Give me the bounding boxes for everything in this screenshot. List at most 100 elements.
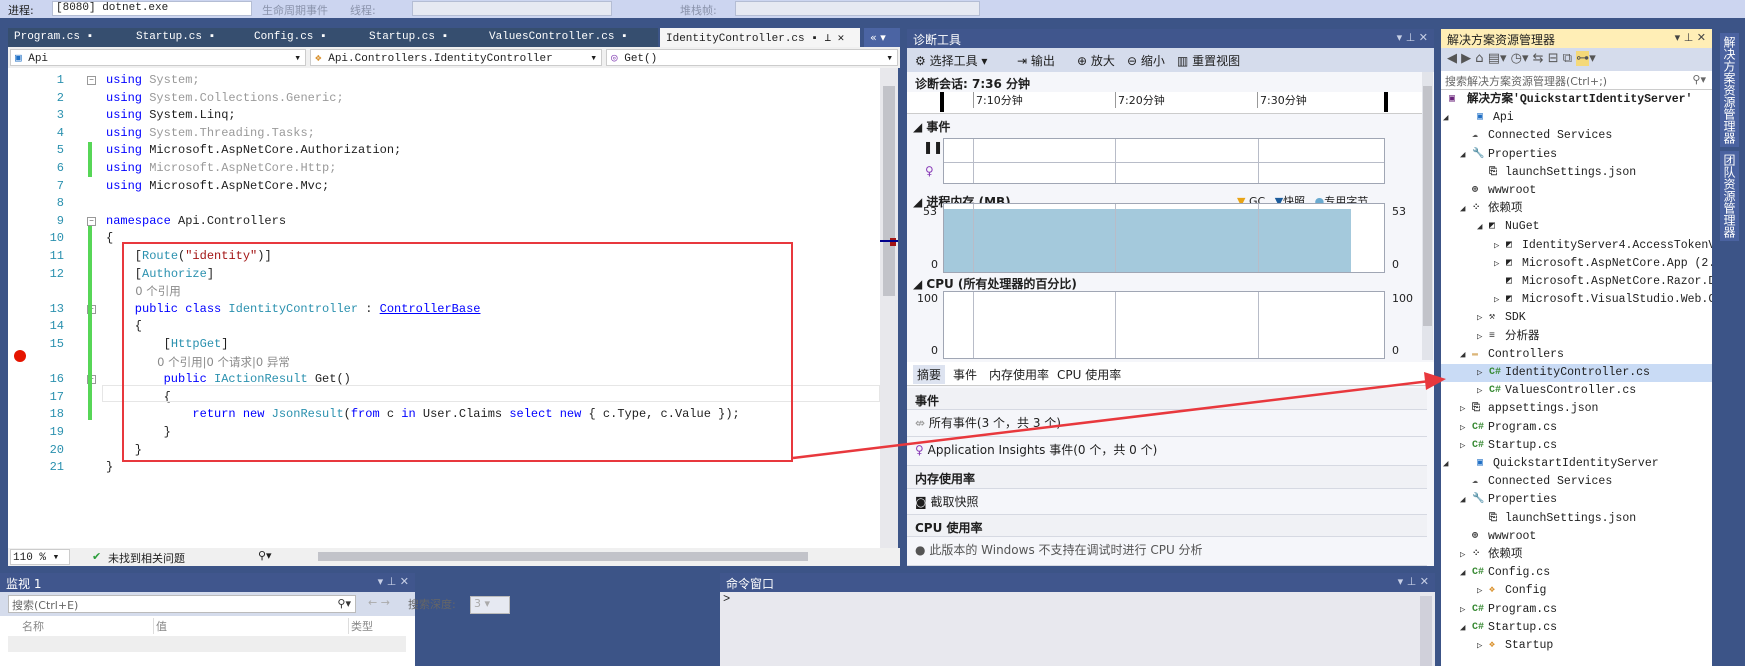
pin-icon[interactable]: ⊥ xyxy=(824,33,831,45)
tab-summary[interactable]: 摘要 xyxy=(913,365,946,384)
code-line[interactable]: using Microsoft.AspNetCore.Http; xyxy=(106,160,336,178)
code-line[interactable]: { xyxy=(106,230,113,248)
collapse-icon[interactable]: ⊟ xyxy=(1548,51,1559,66)
tree-item[interactable]: ◢ ▣ QuickstartIdentityServer xyxy=(1441,455,1712,473)
home-icon[interactable]: ⌂ xyxy=(1475,51,1483,66)
command-window[interactable]: > xyxy=(720,592,1435,666)
reset-view-button[interactable]: ▥ 重置视图 xyxy=(1177,52,1240,69)
preview-icon[interactable]: ⊶ xyxy=(1576,51,1590,66)
output-button[interactable]: ⇥ 输出 xyxy=(1017,52,1055,69)
tree-item[interactable]: ◢ ▬ Controllers xyxy=(1441,346,1712,364)
command-scrollbar[interactable] xyxy=(1420,596,1432,666)
tree-item[interactable]: ◢ ◩ NuGet xyxy=(1441,218,1712,236)
collapsed-arrow-icon[interactable]: ▷ xyxy=(1494,237,1499,255)
code-line[interactable]: using System.Collections.Generic; xyxy=(106,90,344,108)
tree-item[interactable]: ◢ C# Config.cs xyxy=(1441,564,1712,582)
fold-toggle-icon[interactable]: − xyxy=(87,76,96,85)
tree-item[interactable]: ◢ C# Startup.cs xyxy=(1441,619,1712,637)
tree-item[interactable]: ▷ ◩ Microsoft.VisualStudio.Web.C xyxy=(1441,291,1715,309)
collapsed-arrow-icon[interactable]: ▷ xyxy=(1477,364,1482,382)
tab-memory-usage[interactable]: 内存使用率 xyxy=(989,366,1049,383)
code-editor[interactable]: 1 using System; 2 using System.Collections.… xyxy=(8,68,880,548)
tree-item[interactable]: ▷ ❖ Startup xyxy=(1441,637,1712,655)
ai-events-row[interactable]: ♀ Application Insights 事件(0 个，共 0 个) xyxy=(907,437,1427,466)
watch-search-input[interactable]: 搜索(Ctrl+E) ⚲▾ xyxy=(8,595,356,613)
code-line[interactable]: using System; xyxy=(106,72,200,90)
window-controls[interactable]: ▾ ⊥ ✕ xyxy=(1675,31,1706,44)
collapsed-arrow-icon[interactable]: ▷ xyxy=(1477,382,1482,400)
window-controls[interactable]: ▾ ⊥ ✕ xyxy=(1397,31,1428,44)
class-dropdown[interactable]: ❖ Api.Controllers.IdentityController ▾ xyxy=(310,49,602,66)
tree-item[interactable]: ◩ Microsoft.AspNetCore.Razor.D xyxy=(1441,273,1715,291)
collapsed-arrow-icon[interactable]: ▷ xyxy=(1494,255,1499,273)
collapsed-arrow-icon[interactable]: ▷ xyxy=(1460,546,1465,564)
tree-item[interactable]: ▣ 解决方案'QuickstartIdentityServer' xyxy=(1441,91,1712,109)
watch-empty-row[interactable] xyxy=(8,636,406,652)
tab-values-controller[interactable]: ValuesController.cs ▪ xyxy=(483,28,658,47)
project-dropdown[interactable]: ▣ Api ▾ xyxy=(10,49,306,66)
switch-views-icon[interactable]: ▤▾ xyxy=(1488,51,1507,66)
tree-item[interactable]: ▷ C# Program.cs xyxy=(1441,419,1712,437)
tree-item[interactable]: ▷ C# Program.cs xyxy=(1441,601,1712,619)
collapsed-arrow-icon[interactable]: ▷ xyxy=(1477,309,1482,327)
tree-item[interactable]: ⊕ wwwroot xyxy=(1441,528,1712,546)
collapsed-arrow-icon[interactable]: ▷ xyxy=(1460,419,1465,437)
collapsed-arrow-icon[interactable]: ▷ xyxy=(1477,328,1482,346)
take-snapshot-row[interactable]: ◙ 截取快照 xyxy=(907,489,1427,515)
process-select[interactable]: [8080] dotnet.exe xyxy=(52,1,252,16)
column-value[interactable]: 值 xyxy=(153,618,167,634)
search-depth-select[interactable]: 3 ▾ xyxy=(470,596,510,614)
forward-icon[interactable]: ▶ xyxy=(1461,51,1471,66)
tree-item[interactable]: ⊕ wwwroot xyxy=(1441,182,1712,200)
sync-icon[interactable]: ⇆ xyxy=(1533,51,1544,66)
expanded-arrow-icon[interactable]: ◢ xyxy=(1443,109,1448,127)
zoom-select[interactable]: 110 % ▾ xyxy=(10,549,70,565)
select-tools-button[interactable]: ⚙ 选择工具 ▾ xyxy=(915,52,987,69)
editor-vertical-scrollbar[interactable] xyxy=(880,68,898,548)
expanded-arrow-icon[interactable]: ◢ xyxy=(1460,346,1465,364)
thread-select[interactable] xyxy=(412,1,612,16)
member-dropdown[interactable]: ◎ Get() ▾ xyxy=(606,49,898,66)
tree-item[interactable]: ▷ C# IdentityController.cs xyxy=(1441,364,1712,382)
expanded-arrow-icon[interactable]: ◢ xyxy=(1477,218,1482,236)
side-tab-solution-explorer[interactable]: 解决方案资源管理器 xyxy=(1720,33,1739,147)
tree-item[interactable]: ▷ ❖ Config xyxy=(1441,582,1712,600)
tab-events[interactable]: 事件 xyxy=(953,366,977,383)
code-line[interactable]: } xyxy=(106,459,113,477)
code-line[interactable]: using Microsoft.AspNetCore.Mvc; xyxy=(106,178,329,196)
code-line[interactable]: using Microsoft.AspNetCore.Authorization… xyxy=(106,142,401,160)
tree-item[interactable]: ☁ Connected Services xyxy=(1441,473,1712,491)
expanded-arrow-icon[interactable]: ◢ xyxy=(1460,564,1465,582)
expanded-arrow-icon[interactable]: ◢ xyxy=(1460,491,1465,509)
tree-item[interactable]: ▷ ⎘ appsettings.json xyxy=(1441,400,1712,418)
zoom-out-button[interactable]: ⊖ 缩小 xyxy=(1127,52,1165,69)
expanded-arrow-icon[interactable]: ◢ xyxy=(1460,619,1465,637)
collapsed-arrow-icon[interactable]: ▷ xyxy=(1460,400,1465,418)
collapsed-arrow-icon[interactable]: ▷ xyxy=(1460,601,1465,619)
tree-item[interactable]: ⎘ launchSettings.json xyxy=(1441,164,1712,182)
collapsed-arrow-icon[interactable]: ▷ xyxy=(1460,437,1465,455)
timeline-end-handle[interactable] xyxy=(1384,92,1388,112)
issues-status[interactable]: 未找到相关问题 xyxy=(108,550,185,566)
close-tab-icon[interactable]: ✕ xyxy=(838,33,845,45)
show-all-icon[interactable]: ⧉ xyxy=(1563,51,1572,66)
memory-chart[interactable] xyxy=(943,203,1385,273)
column-type[interactable]: 类型 xyxy=(348,618,373,634)
fold-toggle-icon[interactable]: − xyxy=(87,216,96,226)
tree-item[interactable]: ▷ ⁘ 依赖项 xyxy=(1441,546,1712,564)
tree-item[interactable]: ◢ 🔧 Properties xyxy=(1441,146,1712,164)
expanded-arrow-icon[interactable]: ◢ xyxy=(1460,200,1465,218)
stack-frame-select[interactable] xyxy=(735,1,980,16)
tree-item[interactable]: ▷ ◩ IdentityServer4.AccessTokenV xyxy=(1441,237,1715,255)
collapsed-arrow-icon[interactable]: ▷ xyxy=(1494,291,1499,309)
zoom-in-button[interactable]: ⊕ 放大 xyxy=(1077,52,1115,69)
tree-item[interactable]: ▷ ◩ Microsoft.AspNetCore.App (2. xyxy=(1441,255,1715,273)
window-controls[interactable]: ▾ ⊥ ✕ xyxy=(1398,575,1429,588)
side-tab-team-explorer[interactable]: 团队资源管理器 xyxy=(1720,151,1739,241)
tree-item[interactable]: ▷ ≡ 分析器 xyxy=(1441,328,1712,346)
timeline-start-handle[interactable] xyxy=(940,92,944,112)
code-line[interactable]: using System.Threading.Tasks; xyxy=(106,125,315,143)
cpu-chart[interactable] xyxy=(943,291,1385,359)
horizontal-scrollbar[interactable] xyxy=(318,552,808,561)
column-name[interactable]: 名称 xyxy=(22,618,44,634)
